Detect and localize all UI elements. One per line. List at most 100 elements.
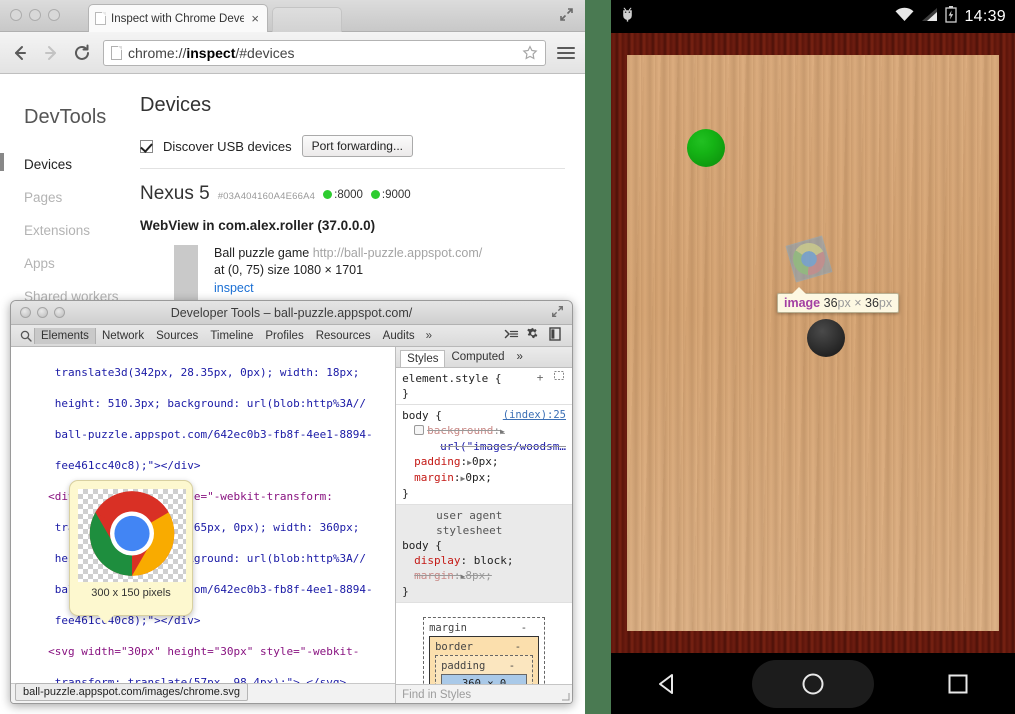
- prop-background[interactable]: background:▶ url("images/woodsm…: [402, 423, 566, 454]
- fullscreen-icon[interactable]: [551, 305, 564, 323]
- sidebar-item-pages[interactable]: Pages: [24, 184, 140, 217]
- dark-ball[interactable]: [807, 319, 845, 357]
- dom-line[interactable]: ball-puzzle.appspot.com/642ec0b3-fb8f-4e…: [15, 427, 391, 443]
- port-forwarding-button[interactable]: Port forwarding...: [302, 135, 413, 157]
- target-row: Ball puzzle game http://ball-puzzle.apps…: [140, 245, 565, 301]
- more-tabs-icon[interactable]: »: [421, 328, 437, 344]
- sidebar-item-extensions[interactable]: Extensions: [24, 217, 140, 250]
- close-window-button[interactable]: [10, 9, 22, 21]
- prop-enable-checkbox[interactable]: [414, 425, 424, 435]
- find-in-styles-placeholder: Find in Styles: [402, 689, 471, 701]
- devtools-brand: DevTools: [24, 106, 140, 129]
- tab-resources[interactable]: Resources: [310, 328, 377, 344]
- dom-tree-panel[interactable]: translate3d(342px, 28.35px, 0px); width:…: [11, 347, 396, 704]
- rule-element-style[interactable]: element.style { + }: [396, 368, 572, 405]
- port-9000: :9000: [371, 189, 411, 201]
- devtools-body: translate3d(342px, 28.35px, 0px); width:…: [11, 347, 572, 704]
- sidebar-item-devices[interactable]: Devices: [24, 151, 140, 184]
- devtools-window-title: Developer Tools – ball-puzzle.appspot.co…: [171, 306, 413, 320]
- prop-name: margin: [414, 569, 454, 582]
- add-rule-icon[interactable]: +: [537, 371, 544, 384]
- android-debug-icon: [620, 6, 635, 27]
- rule-body-author[interactable]: body { (index):25 background:▶ url("imag…: [396, 405, 572, 505]
- reload-icon[interactable]: [72, 43, 92, 63]
- tab-timeline[interactable]: Timeline: [204, 328, 259, 344]
- devtools-title-bar: Developer Tools – ball-puzzle.appspot.co…: [11, 301, 572, 325]
- target-name: Ball puzzle game: [214, 246, 309, 260]
- status-bar-left: [620, 6, 895, 27]
- image-preview-tooltip: 300 x 150 pixels: [69, 480, 193, 616]
- tab-network[interactable]: Network: [96, 328, 150, 344]
- prop-name: display: [414, 554, 460, 567]
- expand-arrow-icon[interactable]: ▶: [500, 427, 505, 436]
- dom-line[interactable]: fee461cc40c8);"></div>: [15, 613, 391, 629]
- page-info-icon: [111, 46, 122, 60]
- prop-margin-ua[interactable]: margin:▶8px;: [402, 568, 566, 584]
- back-icon[interactable]: [10, 43, 30, 63]
- prop-padding[interactable]: padding:▶0px;: [402, 454, 566, 470]
- discover-usb-checkbox[interactable]: [140, 140, 153, 153]
- address-bar[interactable]: chrome://inspect/#devices: [103, 40, 546, 66]
- search-icon[interactable]: [17, 330, 34, 342]
- prop-display[interactable]: display: block;: [402, 553, 566, 568]
- resize-grip-icon[interactable]: [561, 692, 570, 703]
- padding-value: -: [509, 659, 515, 674]
- device-header: Nexus 5 #03A404160A4E66A4 :8000 :9000: [140, 183, 565, 205]
- forward-icon[interactable]: [41, 43, 61, 63]
- back-icon[interactable]: [638, 671, 698, 697]
- green-ball[interactable]: [687, 129, 725, 167]
- chrome-logo-icon: [88, 489, 176, 582]
- recents-icon[interactable]: [928, 672, 988, 696]
- home-icon[interactable]: [783, 671, 843, 697]
- dom-line[interactable]: height: 510.3px; background: url(blob:ht…: [15, 396, 391, 412]
- game-viewport[interactable]: image 36px × 36px: [611, 33, 1015, 653]
- rule-close: }: [402, 584, 566, 599]
- styles-more-icon[interactable]: »: [511, 349, 529, 365]
- dock-position-icon[interactable]: [544, 327, 566, 344]
- close-window-button[interactable]: [20, 307, 31, 318]
- target-position: at (0, 75): [214, 263, 264, 277]
- dom-line[interactable]: fee461cc40c8);"></div>: [15, 458, 391, 474]
- minimize-window-button[interactable]: [29, 9, 41, 21]
- minimize-window-button[interactable]: [37, 307, 48, 318]
- wifi-icon: [895, 7, 914, 26]
- prop-value: url("images/woodsm…: [414, 439, 566, 454]
- tab-sources[interactable]: Sources: [150, 328, 204, 344]
- close-icon[interactable]: ×: [249, 12, 261, 25]
- console-drawer-icon[interactable]: [500, 328, 522, 343]
- dom-line[interactable]: translate3d(342px, 28.35px, 0px); width:…: [15, 365, 391, 381]
- prop-value: 8px;: [465, 569, 492, 582]
- browser-tab[interactable]: Inspect with Chrome Devel ×: [88, 4, 268, 32]
- fullscreen-icon[interactable]: [559, 7, 574, 22]
- prop-value: 0px;: [465, 471, 492, 484]
- tab-styles[interactable]: Styles: [400, 350, 445, 367]
- rule-body-user-agent[interactable]: user agent stylesheet body { display: bl…: [396, 505, 572, 603]
- styles-tab-bar: Styles Computed »: [396, 347, 572, 368]
- port-label: :8000: [334, 189, 363, 201]
- tab-audits[interactable]: Audits: [377, 328, 421, 344]
- tab-profiles[interactable]: Profiles: [259, 328, 309, 344]
- find-in-styles-input[interactable]: Find in Styles: [396, 684, 572, 704]
- rule-actions[interactable]: +: [537, 370, 566, 385]
- status-url-tooltip: ball-puzzle.appspot.com/images/chrome.sv…: [15, 683, 248, 701]
- rule-source-link[interactable]: (index):25: [503, 408, 566, 423]
- settings-gear-icon[interactable]: [522, 327, 544, 344]
- dom-line-text: ball-puzzle.appspot.com/642ec0b3-fb8f-4e…: [55, 428, 373, 441]
- inspect-link[interactable]: inspect: [214, 280, 254, 297]
- dom-line[interactable]: <svg width="30px" height="30px" style="-…: [15, 644, 391, 660]
- home-button[interactable]: [752, 660, 874, 708]
- maximize-window-button[interactable]: [48, 9, 60, 21]
- tooltip-width: 36: [824, 296, 838, 310]
- highlighted-image-element[interactable]: [787, 237, 832, 282]
- rule-selector: body {: [402, 409, 442, 422]
- tab-elements[interactable]: Elements: [34, 328, 96, 344]
- tab-computed[interactable]: Computed: [445, 349, 510, 365]
- margin-value: -: [521, 621, 527, 636]
- sidebar-item-apps[interactable]: Apps: [24, 250, 140, 283]
- prop-name: padding: [414, 455, 460, 468]
- browser-menu-icon[interactable]: [557, 47, 575, 59]
- bookmark-star-icon[interactable]: [522, 45, 538, 61]
- maximize-window-button[interactable]: [54, 307, 65, 318]
- prop-margin[interactable]: margin:▶0px;: [402, 470, 566, 486]
- new-tab-button[interactable]: [272, 7, 342, 32]
